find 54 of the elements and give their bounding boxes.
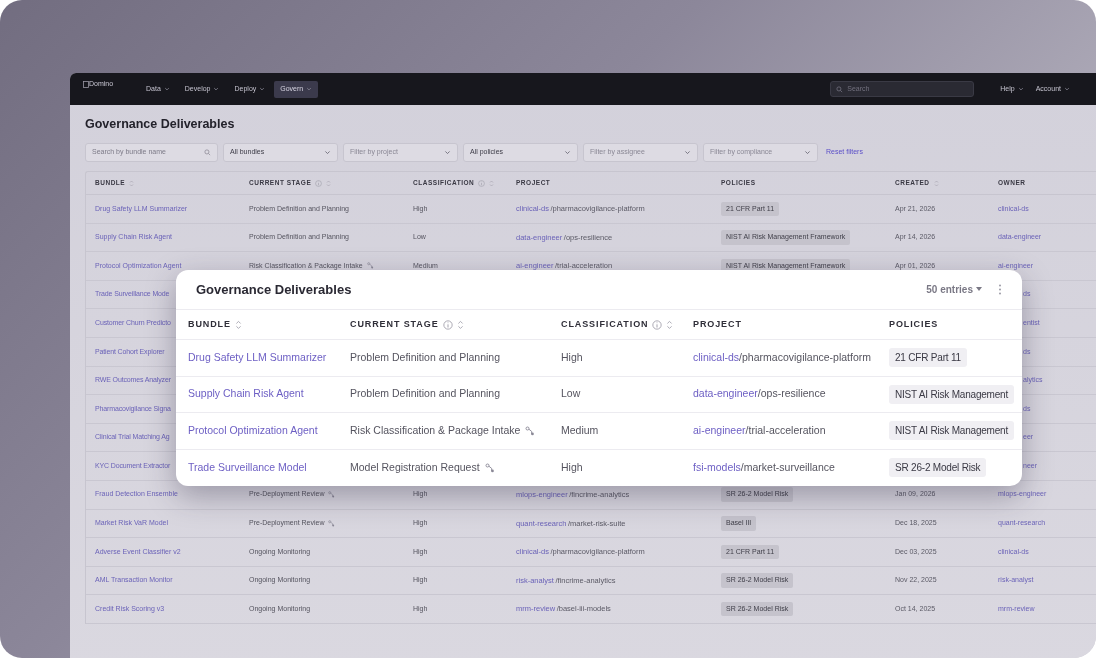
column-header: PROJECT xyxy=(693,317,742,331)
stage-text: Risk Classification & Package Intake xyxy=(350,422,521,438)
policy-tag: 21 CFR Part 11 xyxy=(889,348,967,368)
sort-icon[interactable] xyxy=(456,319,464,330)
column-header: BUNDLE xyxy=(188,317,231,331)
page-title: Governance Deliverables xyxy=(85,117,236,132)
chevron-down-icon xyxy=(804,149,811,156)
sort-icon[interactable] xyxy=(489,179,495,187)
stage-text: Problem Definition and Planning xyxy=(350,386,500,402)
bundle-link[interactable]: Supply Chain Risk Agent xyxy=(188,387,304,400)
project-owner-link[interactable]: clinical-ds xyxy=(693,349,740,366)
search-icon xyxy=(836,85,844,93)
chevron-down-icon xyxy=(259,86,266,92)
project-path: /pharmacovigilance-platform xyxy=(739,349,871,365)
chevron-down-icon xyxy=(324,149,331,156)
stage-text: Problem Definition and Planning xyxy=(350,349,500,365)
column-header: CURRENT STAGE xyxy=(350,317,439,331)
caret-icon xyxy=(976,287,982,292)
classification-text: High xyxy=(561,350,583,363)
classification-text: Low xyxy=(561,387,581,400)
chevron-down-icon xyxy=(306,86,313,92)
project-owner-link[interactable]: ai-engineer xyxy=(693,422,746,439)
project-path: /ops-resilience xyxy=(757,386,826,402)
classification-text: Medium xyxy=(561,423,599,436)
chevron-down-icon xyxy=(163,86,170,92)
column-header: CLASSIFICATION xyxy=(561,317,649,331)
stage-text: Model Registration Request xyxy=(350,459,480,475)
bundle-link[interactable]: Drug Safety LLM Summarizer xyxy=(188,350,327,363)
project-path: /trial-acceleration xyxy=(745,422,826,438)
chevron-down-icon xyxy=(1017,86,1024,92)
chevron-down-icon xyxy=(213,86,220,92)
chevron-down-icon xyxy=(1064,86,1070,92)
sort-icon[interactable] xyxy=(666,319,674,330)
sort-icon[interactable] xyxy=(234,319,242,330)
broken-image-icon xyxy=(83,80,89,88)
policy-tag: NIST AI Risk Management xyxy=(889,421,1015,441)
policy-tag: SR 26-2 Model Risk xyxy=(889,458,987,478)
column-header: POLICIES xyxy=(889,317,939,331)
sort-icon[interactable] xyxy=(326,179,332,187)
bundle-link[interactable]: Protocol Optimization Agent xyxy=(188,423,318,436)
chevron-down-icon xyxy=(684,149,691,156)
sort-icon[interactable] xyxy=(933,179,939,187)
bundle-link[interactable]: Trade Surveillance Model xyxy=(188,460,307,473)
search-icon xyxy=(204,149,211,156)
classification-text: High xyxy=(561,460,583,473)
entries-dropdown[interactable]: 50 entries xyxy=(926,282,982,297)
chevron-down-icon xyxy=(564,149,571,156)
policy-tag: NIST AI Risk Management xyxy=(889,384,1015,404)
project-owner-link[interactable]: fsi-models xyxy=(693,459,741,476)
project-path: /market-surveillance xyxy=(740,459,835,475)
sort-icon[interactable] xyxy=(129,179,135,187)
card-title: Governance Deliverables xyxy=(196,280,352,299)
project-owner-link[interactable]: data-engineer xyxy=(693,386,758,403)
chevron-down-icon xyxy=(444,149,451,156)
